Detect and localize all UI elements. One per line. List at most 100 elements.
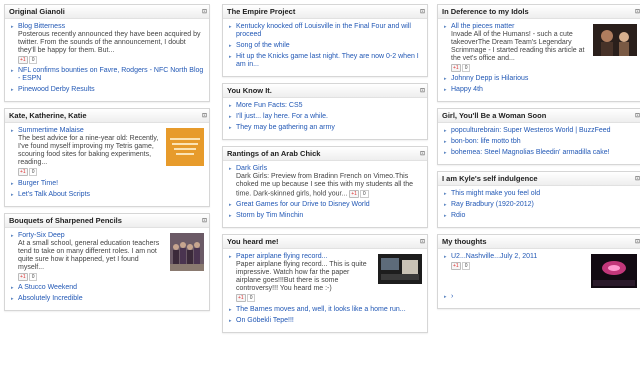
post-link[interactable]: The Barnes moves and, well, it looks lik… bbox=[236, 306, 406, 313]
google-plus-button[interactable]: +1 bbox=[451, 64, 461, 72]
list-item: ▸ Great Games for our Drive to Disney Wo… bbox=[228, 201, 422, 209]
bullet-arrow-icon: ▸ bbox=[444, 24, 447, 30]
post-link[interactable]: popculturebrain: Super Westeros World | … bbox=[451, 127, 611, 134]
bullet-arrow-icon: ▸ bbox=[229, 43, 232, 49]
post-link[interactable]: U2...Nashville...July 2, 2011 bbox=[451, 253, 537, 260]
post-link[interactable]: Blog Bitterness bbox=[18, 23, 65, 30]
list-item: ▸ NFL confirms bounties on Favre, Rodger… bbox=[10, 67, 204, 83]
google-plus-button[interactable]: +1 bbox=[236, 294, 246, 303]
post-link[interactable]: Pinewood Derby Results bbox=[18, 86, 95, 93]
post-link[interactable]: Hit up the Knicks game last night. They … bbox=[236, 53, 419, 68]
bullet-arrow-icon: ▸ bbox=[11, 128, 14, 135]
widget-title: You heard me! ⊡ bbox=[223, 235, 427, 250]
list-item: ▸ Let's Talk About Scripts bbox=[10, 191, 204, 199]
google-plus-button[interactable]: +1 bbox=[349, 190, 359, 198]
list-item: ▸ Paper airplane flying record... Paper … bbox=[228, 253, 422, 303]
bullet-arrow-icon: ▸ bbox=[229, 254, 232, 261]
widget-corner-icon: ⊡ bbox=[419, 151, 425, 157]
blog-widget-girl-woman-soon: Girl, You'll Be a Woman Soon ⊡ ▸ popcultu… bbox=[437, 108, 640, 166]
bullet-arrow-icon: ▸ bbox=[444, 213, 447, 220]
bullet-arrow-icon: ▸ bbox=[229, 202, 232, 209]
list-item: ▸ This might make you feel old bbox=[443, 190, 637, 198]
widget-corner-icon: ⊡ bbox=[634, 176, 640, 183]
google-plus-button[interactable]: +1 bbox=[18, 168, 28, 177]
post-link[interactable]: Burger Time! bbox=[18, 180, 58, 187]
post-thumbnail-image[interactable] bbox=[170, 232, 204, 271]
post-link[interactable]: I'll just... lay here. For a while. bbox=[236, 113, 328, 120]
bullet-arrow-icon: ▸ bbox=[444, 254, 447, 261]
widget-title: Original Gianoli ⊡ bbox=[5, 5, 209, 19]
post-link[interactable]: A Stucco Weekend bbox=[18, 284, 77, 291]
plus-count: 0 bbox=[28, 56, 38, 64]
post-link[interactable]: Paper airplane flying record... bbox=[236, 253, 327, 260]
post-thumbnail-image[interactable] bbox=[166, 128, 204, 167]
post-link[interactable]: Summertime Malaise bbox=[18, 127, 84, 134]
google-plus-button[interactable]: +1 bbox=[18, 272, 28, 281]
more-link[interactable]: › bbox=[451, 293, 453, 300]
list-item: ▸ Storm by Tim Minchin bbox=[228, 212, 422, 220]
post-link[interactable]: Kentucky knocked off Louisville in the F… bbox=[236, 23, 411, 38]
bullet-arrow-icon: ▸ bbox=[229, 103, 232, 109]
widget-title: I am Kyle's self indulgence ⊡ bbox=[438, 172, 640, 187]
widget-corner-icon: ⊡ bbox=[201, 217, 207, 224]
post-thumbnail-image[interactable] bbox=[591, 254, 637, 289]
post-link[interactable]: Happy 4th bbox=[451, 86, 483, 93]
plus-count: 0 bbox=[28, 168, 38, 177]
google-plus-button[interactable]: +1 bbox=[18, 56, 28, 64]
blog-widget-kate: Kate, Katherine, Katie ⊡ ▸ Summertime Mal… bbox=[4, 108, 210, 207]
blog-widget-empire-project: The Empire Project ⊡ ▸ Kentucky knocked o… bbox=[222, 4, 428, 77]
plus-count: 0 bbox=[461, 64, 471, 72]
widget-title: You Know It. ⊡ bbox=[223, 84, 427, 98]
bullet-arrow-icon: ▸ bbox=[229, 114, 232, 120]
blog-widget-rantings: Rantings of an Arab Chick ⊡ ▸ Dark Girls … bbox=[222, 146, 428, 229]
list-item: ▸ Happy 4th bbox=[443, 86, 637, 94]
bullet-arrow-icon: ▸ bbox=[229, 213, 232, 220]
post-link[interactable]: Great Games for our Drive to Disney Worl… bbox=[236, 201, 370, 208]
bullet-arrow-icon: ▸ bbox=[11, 180, 14, 187]
post-snippet: Posterous recently announced they have b… bbox=[18, 31, 201, 54]
bullet-arrow-icon: ▸ bbox=[229, 54, 232, 60]
post-link[interactable]: Let's Talk About Scripts bbox=[18, 191, 90, 198]
widget-corner-icon: ⊡ bbox=[419, 88, 425, 94]
column-middle: The Empire Project ⊡ ▸ Kentucky knocked o… bbox=[222, 4, 428, 339]
post-link[interactable]: Ray Bradbury (1920-2012) bbox=[451, 201, 534, 208]
blog-widget-original-gianoli: Original Gianoli ⊡ ▸ Blog Bitterness Post… bbox=[4, 4, 210, 103]
google-plus-button[interactable]: +1 bbox=[451, 262, 461, 271]
bullet-arrow-icon: ▸ bbox=[11, 24, 14, 30]
bullet-arrow-icon: ▸ bbox=[444, 150, 447, 157]
post-link[interactable]: Absolutely Incredible bbox=[18, 295, 83, 302]
post-link[interactable]: Johnny Depp is Hilarious bbox=[451, 75, 528, 82]
post-link[interactable]: bohemea: Steel Magnolias Bleedin' armadi… bbox=[451, 149, 610, 156]
bullet-arrow-icon: ▸ bbox=[444, 76, 447, 83]
post-link[interactable]: bon-bon: life motto tbh bbox=[451, 138, 521, 145]
post-link[interactable]: More Fun Facts: CS5 bbox=[236, 102, 303, 109]
bullet-arrow-icon: ▸ bbox=[444, 128, 447, 135]
list-item: ▸ Hit up the Knicks game last night. The… bbox=[228, 53, 422, 69]
column-right: In Deference to my Idols ⊡ ▸ All the piec… bbox=[437, 4, 640, 315]
post-link[interactable]: Forty-Six Deep bbox=[18, 232, 65, 239]
widget-title: Kate, Katherine, Katie ⊡ bbox=[5, 109, 209, 124]
plus-count: 0 bbox=[461, 262, 471, 271]
post-link[interactable]: On Göbekli Tepe!!! bbox=[236, 317, 294, 324]
post-link[interactable]: Dark Girls bbox=[236, 165, 267, 172]
post-link[interactable]: Rdio bbox=[451, 212, 465, 219]
list-item: ▸ Summertime Malaise The best advice for… bbox=[10, 127, 204, 177]
bullet-arrow-icon: ▸ bbox=[444, 202, 447, 209]
list-item: ▸ Dark Girls Dark Girls: Preview from Br… bbox=[228, 165, 422, 198]
post-thumbnail-image[interactable] bbox=[593, 24, 637, 56]
blog-widget-my-thoughts: My thoughts ⊡ ▸ U2...Nashville...July 2, … bbox=[437, 234, 640, 310]
post-link[interactable]: This might make you feel old bbox=[451, 190, 540, 197]
list-item: ▸ Song of the while bbox=[228, 42, 422, 50]
post-link[interactable]: Song of the while bbox=[236, 42, 290, 49]
post-link[interactable]: They may be gathering an army bbox=[236, 124, 335, 131]
post-link[interactable]: NFL confirms bounties on Favre, Rodgers … bbox=[18, 67, 203, 82]
widget-title: Girl, You'll Be a Woman Soon ⊡ bbox=[438, 109, 640, 124]
list-item: ▸ Rdio bbox=[443, 212, 637, 220]
post-link[interactable]: Storm by Tim Minchin bbox=[236, 212, 303, 219]
post-snippet: At a small school, general education tea… bbox=[18, 239, 160, 271]
bullet-arrow-icon: ▸ bbox=[444, 294, 447, 301]
bullet-arrow-icon: ▸ bbox=[11, 296, 14, 303]
post-link[interactable]: All the pieces matter bbox=[451, 23, 514, 30]
widget-title: In Deference to my Idols ⊡ bbox=[438, 5, 640, 19]
post-thumbnail-image[interactable] bbox=[378, 254, 422, 285]
